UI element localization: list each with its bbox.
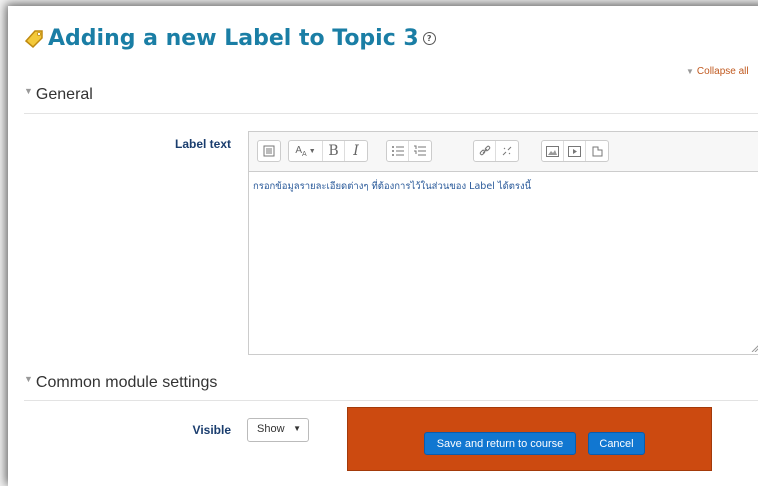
section-common-legend[interactable]: Common module settings [36, 374, 217, 391]
toolbar-group-more [257, 140, 281, 162]
italic-icon[interactable]: I [345, 141, 367, 161]
triangle-down-icon: ▼ [686, 67, 694, 76]
link-icon[interactable] [474, 141, 496, 161]
toolbar-group-media [541, 140, 609, 162]
label-text-editor[interactable]: กรอกข้อมูลรายละเอียดต่างๆ ที่ต้องการไว้ใ… [248, 171, 758, 355]
insert-media-icon[interactable] [564, 141, 586, 161]
toolbar-group-format: AA ▼ B I [288, 140, 368, 162]
bold-icon[interactable]: B [323, 141, 345, 161]
manage-files-icon[interactable] [586, 141, 608, 161]
resize-handle-icon[interactable] [751, 344, 758, 352]
visible-select[interactable]: Show ▼ [247, 418, 309, 442]
page-title: Adding a new Label to Topic 3 ? [22, 23, 436, 53]
editor-toolbar: AA ▼ B I [248, 131, 758, 171]
tag-icon [24, 30, 43, 49]
ordered-list-icon[interactable] [409, 141, 431, 161]
font-style-icon[interactable]: AA ▼ [289, 141, 323, 161]
section-general-legend[interactable]: General [36, 86, 93, 103]
section-general-toggle[interactable]: ▼ General [24, 86, 93, 104]
unordered-list-icon[interactable] [387, 141, 409, 161]
triangle-down-icon: ▼ [24, 86, 33, 96]
label-text-label: Label text [174, 137, 231, 151]
action-buttons-highlight: Save and return to course Cancel [347, 407, 712, 471]
save-and-return-button[interactable]: Save and return to course [424, 432, 576, 455]
visible-label: Visible [192, 423, 231, 437]
section-divider [24, 113, 758, 114]
insert-image-icon[interactable] [542, 141, 564, 161]
unlink-icon[interactable] [496, 141, 518, 161]
toolbar-group-lists [386, 140, 432, 162]
visible-select-value: Show [257, 423, 285, 435]
section-common-toggle[interactable]: ▼ Common module settings [24, 374, 217, 392]
triangle-down-icon: ▼ [24, 374, 33, 384]
collapse-all-link[interactable]: ▼ Collapse all [686, 66, 749, 77]
toolbar-group-links [473, 140, 519, 162]
section-divider [24, 400, 758, 401]
question-circle-icon[interactable]: ? [422, 31, 436, 45]
caret-down-icon: ▼ [293, 424, 301, 433]
page-title-text: Adding a new Label to Topic 3 [48, 25, 419, 51]
show-more-buttons-icon[interactable] [258, 141, 280, 161]
editor-content[interactable]: กรอกข้อมูลรายละเอียดต่างๆ ที่ต้องการไว้ใ… [253, 181, 531, 192]
cancel-button[interactable]: Cancel [588, 432, 645, 455]
